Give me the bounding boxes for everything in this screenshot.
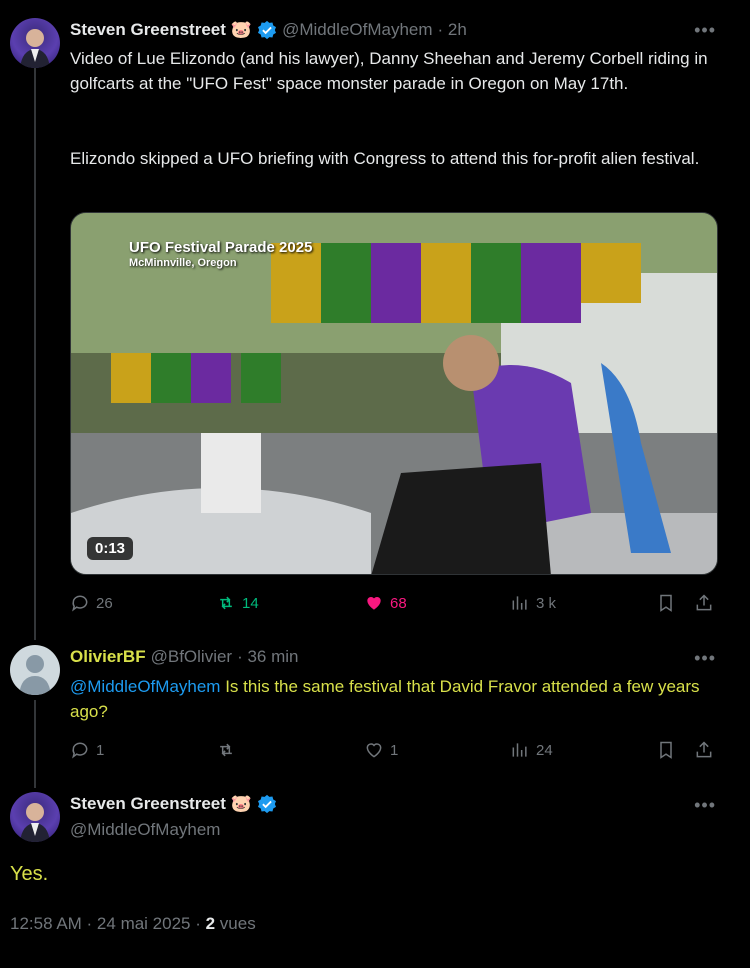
- tweet-time[interactable]: · 2h: [438, 20, 467, 40]
- timestamp-text[interactable]: 12:58 AM · 24 mai 2025 ·: [10, 914, 206, 933]
- tweet-timestamp: 12:58 AM · 24 mai 2025 · 2 vues: [10, 914, 256, 934]
- video-overlay-title: UFO Festival Parade 2025: [129, 239, 313, 256]
- share-icon: [696, 594, 712, 611]
- repost-button[interactable]: 14: [216, 593, 364, 613]
- avatar[interactable]: [10, 792, 60, 842]
- author-handle[interactable]: @MiddleOfMayhem: [70, 820, 220, 840]
- views-button[interactable]: 3 k: [510, 593, 656, 613]
- focus-text: Yes.: [10, 863, 49, 885]
- like-button[interactable]: 68: [364, 593, 510, 613]
- bookmark-button[interactable]: [656, 740, 694, 760]
- avatar[interactable]: [10, 18, 60, 68]
- reply-icon: [72, 595, 88, 612]
- repost-count: 14: [242, 594, 259, 612]
- reply-button[interactable]: 26: [70, 593, 216, 613]
- share-button[interactable]: [694, 593, 714, 613]
- mention-link[interactable]: @MiddleOfMayhem: [70, 677, 220, 696]
- tweet-time[interactable]: · 36 min: [237, 647, 298, 667]
- author-name[interactable]: Steven Greenstreet: [70, 794, 226, 814]
- tweet-text-2: Elizondo skipped a UFO briefing with Con…: [70, 149, 700, 168]
- verified-badge-icon: [258, 794, 277, 814]
- repost-button[interactable]: [216, 740, 364, 760]
- reply-actions: 1 1 24: [70, 740, 716, 760]
- focus-header: Steven Greenstreet 🐷: [70, 794, 277, 814]
- more-icon[interactable]: •••: [694, 648, 716, 669]
- heart-icon: [367, 597, 381, 610]
- author-name[interactable]: OlivierBF: [70, 647, 146, 667]
- repost-icon: [220, 596, 232, 610]
- tweet-text-1: Video of Lue Elizondo (and his lawyer), …: [70, 49, 708, 93]
- views-button[interactable]: 24: [510, 740, 656, 760]
- video-duration: 0:13: [87, 537, 134, 560]
- views-count: 3 k: [536, 594, 557, 612]
- share-button[interactable]: [694, 740, 714, 760]
- reply-count: 1: [96, 741, 105, 759]
- pig-emoji-icon: 🐷: [230, 20, 253, 39]
- pig-emoji-icon: 🐷: [230, 794, 253, 813]
- author-handle[interactable]: @MiddleOfMayhem: [282, 20, 432, 40]
- more-icon[interactable]: •••: [694, 795, 716, 816]
- bookmark-icon: [660, 741, 672, 759]
- reply-header: OlivierBF @BfOlivier · 36 min: [70, 647, 299, 667]
- views-count: 2: [205, 914, 216, 933]
- tweet-actions: 26 14 68 3 k: [70, 593, 716, 613]
- views-icon: [512, 743, 527, 757]
- share-icon: [696, 741, 712, 758]
- views-count: 24: [536, 741, 553, 759]
- like-count: 68: [390, 594, 407, 612]
- reply-text: @MiddleOfMayhem Is this the same festiva…: [70, 674, 710, 724]
- avatar[interactable]: [10, 645, 60, 695]
- video-overlay-subtitle: McMinnville, Oregon: [129, 257, 237, 269]
- more-icon[interactable]: •••: [694, 20, 716, 41]
- bookmark-icon: [660, 594, 672, 612]
- like-count: 1: [390, 741, 399, 759]
- views-icon: [512, 596, 527, 610]
- heart-icon: [366, 743, 382, 758]
- author-name[interactable]: Steven Greenstreet: [70, 20, 226, 40]
- author-handle[interactable]: @BfOlivier: [151, 647, 233, 667]
- reply-button[interactable]: 1: [70, 740, 216, 760]
- video-player[interactable]: UFO Festival Parade 2025 McMinnville, Or…: [70, 212, 718, 575]
- repost-icon: [220, 743, 232, 757]
- reply-count: 26: [96, 594, 113, 612]
- views-label: vues: [215, 914, 256, 933]
- thread-line: [34, 700, 36, 788]
- tweet-header: Steven Greenstreet 🐷 @MiddleOfMayhem · 2…: [70, 20, 467, 40]
- reply-icon: [72, 742, 88, 759]
- like-button[interactable]: 1: [364, 740, 510, 760]
- thread-line: [34, 68, 36, 640]
- verified-badge-icon: [258, 20, 277, 40]
- bookmark-button[interactable]: [656, 593, 694, 613]
